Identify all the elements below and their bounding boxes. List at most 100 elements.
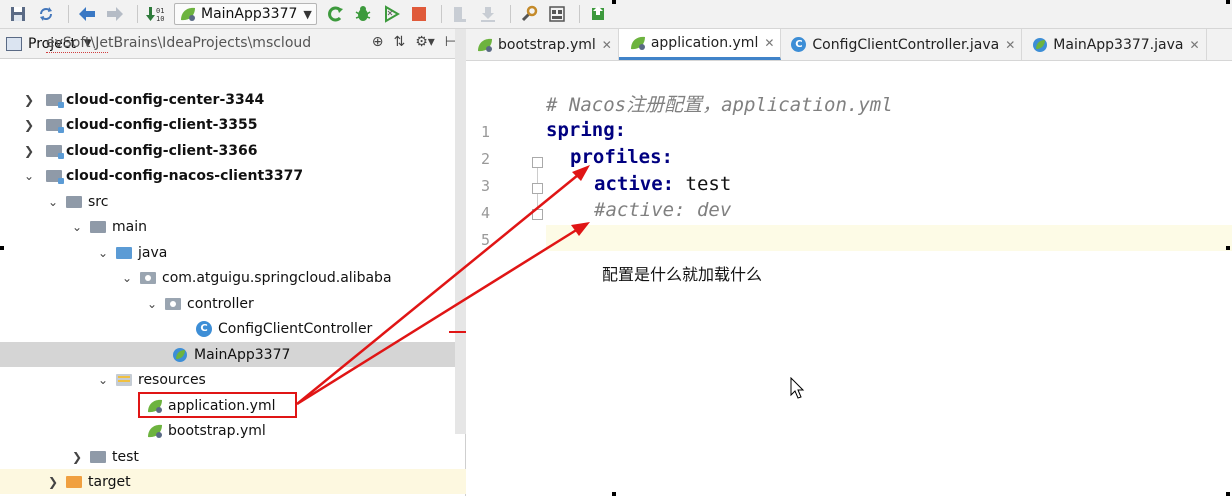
chevron-down-icon: ▼ xyxy=(303,7,312,21)
tree-item-class[interactable]: C ConfigClientController xyxy=(0,316,466,341)
stop-icon[interactable] xyxy=(407,3,431,25)
spring-yml-icon xyxy=(148,424,162,438)
folder-icon xyxy=(90,450,106,463)
code-line-5[interactable]: #active: dev xyxy=(594,197,731,223)
expand-arrow-icon[interactable]: ❯ xyxy=(22,118,36,132)
crop-mark xyxy=(612,492,616,496)
tree-item-module[interactable]: ❯ cloud-config-client-3355 xyxy=(0,112,466,137)
toolbar-separator xyxy=(578,5,580,23)
code-line-3[interactable]: profiles: xyxy=(570,144,673,170)
back-arrow-icon[interactable] xyxy=(75,3,99,25)
tree-item-folder[interactable]: ⌄ java xyxy=(0,240,466,265)
module-icon xyxy=(46,144,64,159)
close-icon[interactable]: ✕ xyxy=(1005,38,1015,52)
vcs-update-icon[interactable] xyxy=(586,3,610,25)
collapse-arrow-icon[interactable]: ⌄ xyxy=(22,169,36,183)
tree-item-folder[interactable]: ⌄ resources xyxy=(0,367,466,392)
code-line-2[interactable]: spring: xyxy=(546,117,626,143)
rerun-icon[interactable] xyxy=(323,3,347,25)
locate-file-icon[interactable]: ⊕ xyxy=(372,34,384,50)
collapse-arrow-icon[interactable]: ⌄ xyxy=(120,271,134,285)
tab-mainapp3377[interactable]: MainApp3377.java ✕ xyxy=(1022,29,1207,60)
collapse-arrow-icon[interactable]: ⌄ xyxy=(96,373,110,387)
tree-item-file[interactable]: bootstrap.yml xyxy=(0,418,466,443)
tree-item-label: resources xyxy=(138,371,206,388)
tree-item-folder[interactable]: ❯ target xyxy=(0,469,466,494)
tree-item-folder[interactable]: ⌄ src xyxy=(0,189,466,214)
expand-arrow-icon[interactable]: ❯ xyxy=(22,144,36,158)
package-icon xyxy=(165,297,181,310)
gear-icon[interactable]: ⚙▾ xyxy=(415,34,435,50)
crop-mark xyxy=(0,246,4,250)
build-icon[interactable]: 01 10 xyxy=(144,3,168,25)
folder-icon xyxy=(90,220,106,233)
close-icon[interactable]: ✕ xyxy=(764,36,774,50)
module-icon xyxy=(46,93,64,108)
project-structure-icon[interactable] xyxy=(545,3,569,25)
yaml-key: active: xyxy=(594,173,675,195)
class-icon: C xyxy=(791,37,807,52)
sync-icon[interactable] xyxy=(34,3,58,25)
tree-item-label: bootstrap.yml xyxy=(168,422,266,439)
project-panel-actions: ⊕ ⇅ ⚙▾ ⊢ xyxy=(372,34,457,50)
toolbar-separator xyxy=(509,5,511,23)
fold-marker-icon[interactable] xyxy=(532,157,543,168)
expand-arrow-icon[interactable]: ❯ xyxy=(70,450,84,464)
tab-label: MainApp3377.java xyxy=(1053,36,1184,53)
collapse-arrow-icon[interactable]: ⌄ xyxy=(70,220,84,234)
tab-bootstrap-yml[interactable]: bootstrap.yml ✕ xyxy=(466,29,619,60)
yaml-key: spring: xyxy=(546,119,627,141)
forward-arrow-icon[interactable] xyxy=(103,3,127,25)
save-icon[interactable] xyxy=(6,3,30,25)
tree-item-class-selected[interactable]: MainApp3377 xyxy=(0,342,466,367)
code-line-4[interactable]: active: test xyxy=(594,171,731,197)
debug-icon[interactable] xyxy=(351,3,375,25)
tree-item-folder[interactable]: ❯ test xyxy=(0,444,466,469)
tree-item-label: com.atguigu.springcloud.alibaba xyxy=(162,269,392,286)
tree-item-label: main xyxy=(112,218,147,235)
annotation-mark xyxy=(449,331,466,333)
line-number: 3 xyxy=(480,177,490,195)
yaml-value: test xyxy=(674,173,732,195)
tree-item-module[interactable]: ❯ cloud-config-center-3344 xyxy=(0,87,466,112)
run-configuration-select[interactable]: MainApp3377 ▼ xyxy=(174,3,317,25)
tree-item-label: cloud-config-center-3344 xyxy=(66,91,265,108)
collapse-arrow-icon[interactable]: ⌄ xyxy=(46,195,60,209)
yaml-comment: # Nacos注册配置，application.yml xyxy=(546,93,893,116)
tree-item-folder[interactable]: ⌄ main xyxy=(0,214,466,239)
toolbar-separator xyxy=(440,5,442,23)
tree-item-label: controller xyxy=(187,295,254,312)
folder-icon xyxy=(66,195,82,208)
expand-arrow-icon[interactable]: ❯ xyxy=(22,93,36,107)
yaml-key: profiles: xyxy=(570,146,673,168)
tree-item-module[interactable]: ❯ cloud-config-client-3366 xyxy=(0,138,466,163)
deploy-icon[interactable] xyxy=(476,3,500,25)
resources-folder-icon xyxy=(116,373,132,386)
attach-debugger-icon[interactable] xyxy=(448,3,472,25)
settings-wrench-icon[interactable] xyxy=(517,3,541,25)
code-line-1[interactable]: # Nacos注册配置，application.yml xyxy=(546,90,893,116)
module-icon xyxy=(46,118,64,133)
collapse-arrow-icon[interactable]: ⌄ xyxy=(145,297,159,311)
close-icon[interactable]: ✕ xyxy=(1189,38,1199,52)
tab-config-client-controller[interactable]: C ConfigClientController.java ✕ xyxy=(781,29,1023,60)
tree-item-package[interactable]: ⌄ controller xyxy=(0,291,466,316)
tree-item-label: MainApp3377 xyxy=(194,346,291,363)
spring-boot-main-icon xyxy=(1033,38,1048,52)
toolbar-separator xyxy=(68,5,69,23)
fold-marker-icon[interactable] xyxy=(532,183,543,194)
close-icon[interactable]: ✕ xyxy=(602,38,612,52)
collapse-all-icon[interactable]: ⇅ xyxy=(393,34,405,50)
line-number: 2 xyxy=(480,150,490,168)
tree-item-label: target xyxy=(88,473,131,490)
project-scrollbar[interactable] xyxy=(455,29,466,434)
crop-mark xyxy=(612,0,616,4)
tree-item-module[interactable]: ⌄ cloud-config-nacos-client3377 xyxy=(0,163,466,188)
tree-item-package[interactable]: ⌄ com.atguigu.springcloud.alibaba xyxy=(0,265,466,290)
collapse-arrow-icon[interactable]: ⌄ xyxy=(96,246,110,260)
tree-item-label: cloud-config-client-3355 xyxy=(66,116,258,133)
tab-application-yml[interactable]: application.yml ✕ xyxy=(618,29,782,60)
fold-marker-icon[interactable] xyxy=(532,209,543,220)
run-with-coverage-icon[interactable] xyxy=(379,3,403,25)
expand-arrow-icon[interactable]: ❯ xyxy=(46,475,60,489)
